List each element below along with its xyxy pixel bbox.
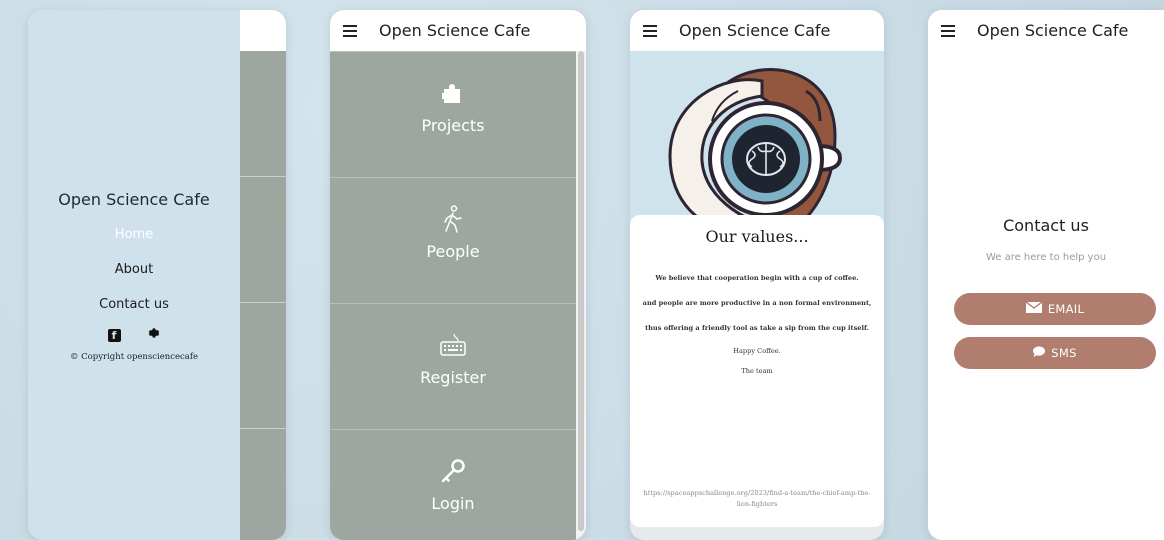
tile-projects[interactable]: Projects: [330, 51, 576, 177]
menu-screen: Open Science Cafe Projects People Regist…: [330, 10, 586, 540]
tile-projects-label: Projects: [421, 116, 485, 135]
values-line: thus offering a friendly tool as take a …: [645, 324, 869, 332]
scrollbar[interactable]: [576, 51, 586, 540]
tile-login-label: Login: [431, 494, 475, 513]
email-button-label: EMAIL: [1047, 302, 1085, 316]
project-link[interactable]: https://spaceappschallenge.org/2023/find…: [642, 488, 872, 510]
sms-button[interactable]: SMS: [954, 337, 1156, 369]
contact-subtitle: We are here to help you: [985, 252, 1107, 263]
email-button[interactable]: EMAIL: [954, 293, 1156, 325]
facebook-icon[interactable]: f: [107, 328, 121, 342]
app-bar: Open Science Cafe: [330, 10, 586, 51]
key-icon: [440, 458, 466, 484]
values-line: and people are more productive in a non …: [642, 299, 872, 307]
app-title: Open Science Cafe: [977, 21, 1129, 40]
values-line: Happy Coffee.: [733, 347, 781, 355]
hamburger-icon[interactable]: [643, 24, 657, 37]
contact-screen: Open Science Cafe Contact us We are here…: [928, 10, 1164, 540]
contact-title: Contact us: [1003, 216, 1089, 235]
values-line: We believe that cooperation begin with a…: [655, 274, 859, 282]
drawer-screen: Open Science Cafe Home About Contact us …: [28, 10, 286, 540]
nav-link-contact[interactable]: Contact us: [99, 297, 169, 312]
walking-person-icon: [443, 205, 463, 233]
nav-link-about[interactable]: About: [115, 262, 153, 277]
tile-register[interactable]: Register: [330, 303, 576, 429]
app-bar: Open Science Cafe: [928, 10, 1164, 51]
drawer-title: Open Science Cafe: [58, 190, 210, 209]
app-bar: Open Science Cafe: [630, 10, 884, 51]
copyright-text: © Copyright opensciencecafe: [69, 352, 199, 362]
hamburger-icon[interactable]: [941, 24, 955, 37]
values-screen: Open Science Cafe Our values... We belie…: [630, 10, 884, 540]
tile-register-label: Register: [420, 368, 486, 387]
values-card: Our values... We believe that cooperatio…: [630, 215, 884, 527]
sms-button-label: SMS: [1051, 346, 1077, 360]
gear-icon[interactable]: [147, 326, 161, 344]
values-heading: Our values...: [705, 227, 809, 246]
coffee-brain-illustration: [630, 51, 884, 231]
social-links: f: [107, 326, 161, 344]
values-line: The team: [741, 367, 773, 375]
envelope-icon: [1025, 301, 1043, 316]
side-drawer: Open Science Cafe Home About Contact us …: [28, 10, 240, 540]
chat-bubble-icon: [1033, 346, 1046, 360]
scrollbar-thumb[interactable]: [578, 51, 584, 531]
tile-login[interactable]: Login: [330, 429, 576, 540]
nav-link-home[interactable]: Home: [115, 227, 153, 242]
hamburger-icon[interactable]: [343, 24, 357, 37]
tile-people-label: People: [426, 242, 480, 261]
app-title: Open Science Cafe: [379, 21, 531, 40]
puzzle-icon: [442, 80, 464, 106]
keyboard-icon: [440, 332, 466, 358]
app-title: Open Science Cafe: [679, 21, 831, 40]
tile-people[interactable]: People: [330, 177, 576, 303]
